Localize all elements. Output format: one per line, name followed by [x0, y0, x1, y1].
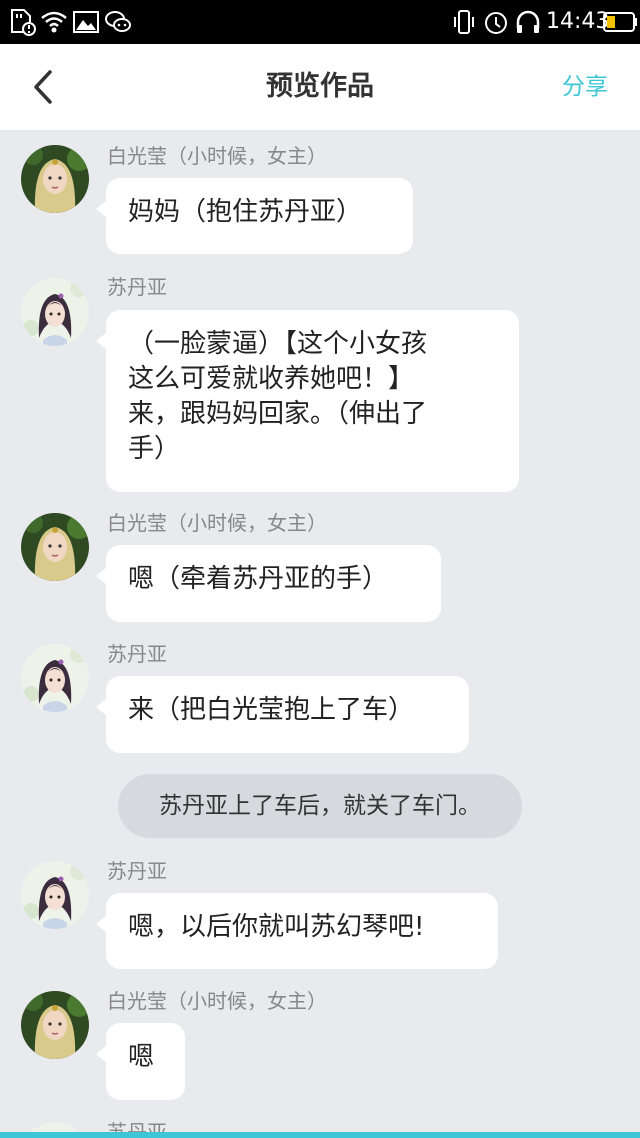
- message-text: 嗯（牵着苏丹亚的手）: [128, 564, 389, 594]
- sender-name: 苏丹亚: [107, 1120, 167, 1132]
- message-text: 来，跟妈妈回家。（伸出了: [128, 399, 428, 429]
- blonde-girl-avatar[interactable]: [21, 991, 89, 1059]
- narration-bubble[interactable]: 苏丹亚上了车后，就关了车门。: [118, 774, 522, 838]
- message-bubble[interactable]: 嗯，以后你就叫苏幻琴吧!: [96, 893, 498, 969]
- sender-name: 白光莹（小时候，女主）: [107, 511, 327, 535]
- page-title: 预览作品: [266, 71, 374, 102]
- sender-name: 白光莹（小时候，女主）: [107, 144, 327, 168]
- sim-card-alert-icon: [11, 9, 36, 36]
- share-button[interactable]: 分享: [562, 70, 608, 104]
- chat-list[interactable]: 白光莹（小时候，女主） 妈妈（抱住苏丹亚） 苏丹亚 （一脸蒙逼）【这个小女孩 这…: [0, 130, 640, 1132]
- message-text: 妈妈（抱住苏丹亚）: [128, 197, 363, 227]
- message-text: 这么可爱就收养她吧！】: [128, 364, 415, 394]
- sender-name: 苏丹亚: [107, 859, 167, 883]
- wifi-icon: [41, 11, 67, 33]
- blonde-girl-avatar[interactable]: [21, 145, 89, 213]
- dark-hair-woman-avatar[interactable]: [21, 278, 89, 346]
- message-text: （一脸蒙逼）【这个小女孩: [128, 329, 428, 359]
- message-bubble[interactable]: （一脸蒙逼）【这个小女孩 这么可爱就收养她吧！】 来，跟妈妈回家。（伸出了 手）: [96, 310, 519, 492]
- dark-hair-woman-avatar[interactable]: [21, 1122, 89, 1132]
- message-text: 手）: [128, 434, 181, 464]
- message-bubble[interactable]: 妈妈（抱住苏丹亚）: [96, 178, 413, 254]
- battery-icon: [603, 12, 637, 32]
- message-text: 来（把白光莹抱上了车）: [128, 695, 415, 725]
- wechat-icon: [105, 11, 131, 32]
- alarm-icon: [485, 12, 507, 34]
- message-text: 嗯，以后你就叫苏幻琴吧!: [128, 912, 425, 942]
- dark-hair-woman-avatar[interactable]: [21, 644, 89, 712]
- bottom-accent-bar: [0, 1132, 640, 1138]
- vibrate-icon: [454, 10, 474, 34]
- blonde-girl-avatar[interactable]: [21, 513, 89, 581]
- sender-name: 苏丹亚: [107, 642, 167, 666]
- message-bubble[interactable]: 嗯（牵着苏丹亚的手）: [96, 545, 441, 622]
- dark-hair-woman-avatar[interactable]: [21, 861, 89, 929]
- sender-name: 白光莹（小时候，女主）: [107, 989, 327, 1013]
- nav-bar: 预览作品 分享: [0, 44, 640, 130]
- image-icon: [73, 11, 99, 33]
- sender-name: 苏丹亚: [107, 275, 167, 299]
- message-bubble[interactable]: 嗯: [96, 1023, 185, 1100]
- message-text: 嗯: [128, 1042, 155, 1072]
- headphones-icon: [516, 10, 540, 33]
- message-bubble[interactable]: 来（把白光莹抱上了车）: [96, 676, 469, 753]
- status-bar: 14:43: [0, 0, 640, 44]
- status-time: 14:43: [546, 9, 610, 34]
